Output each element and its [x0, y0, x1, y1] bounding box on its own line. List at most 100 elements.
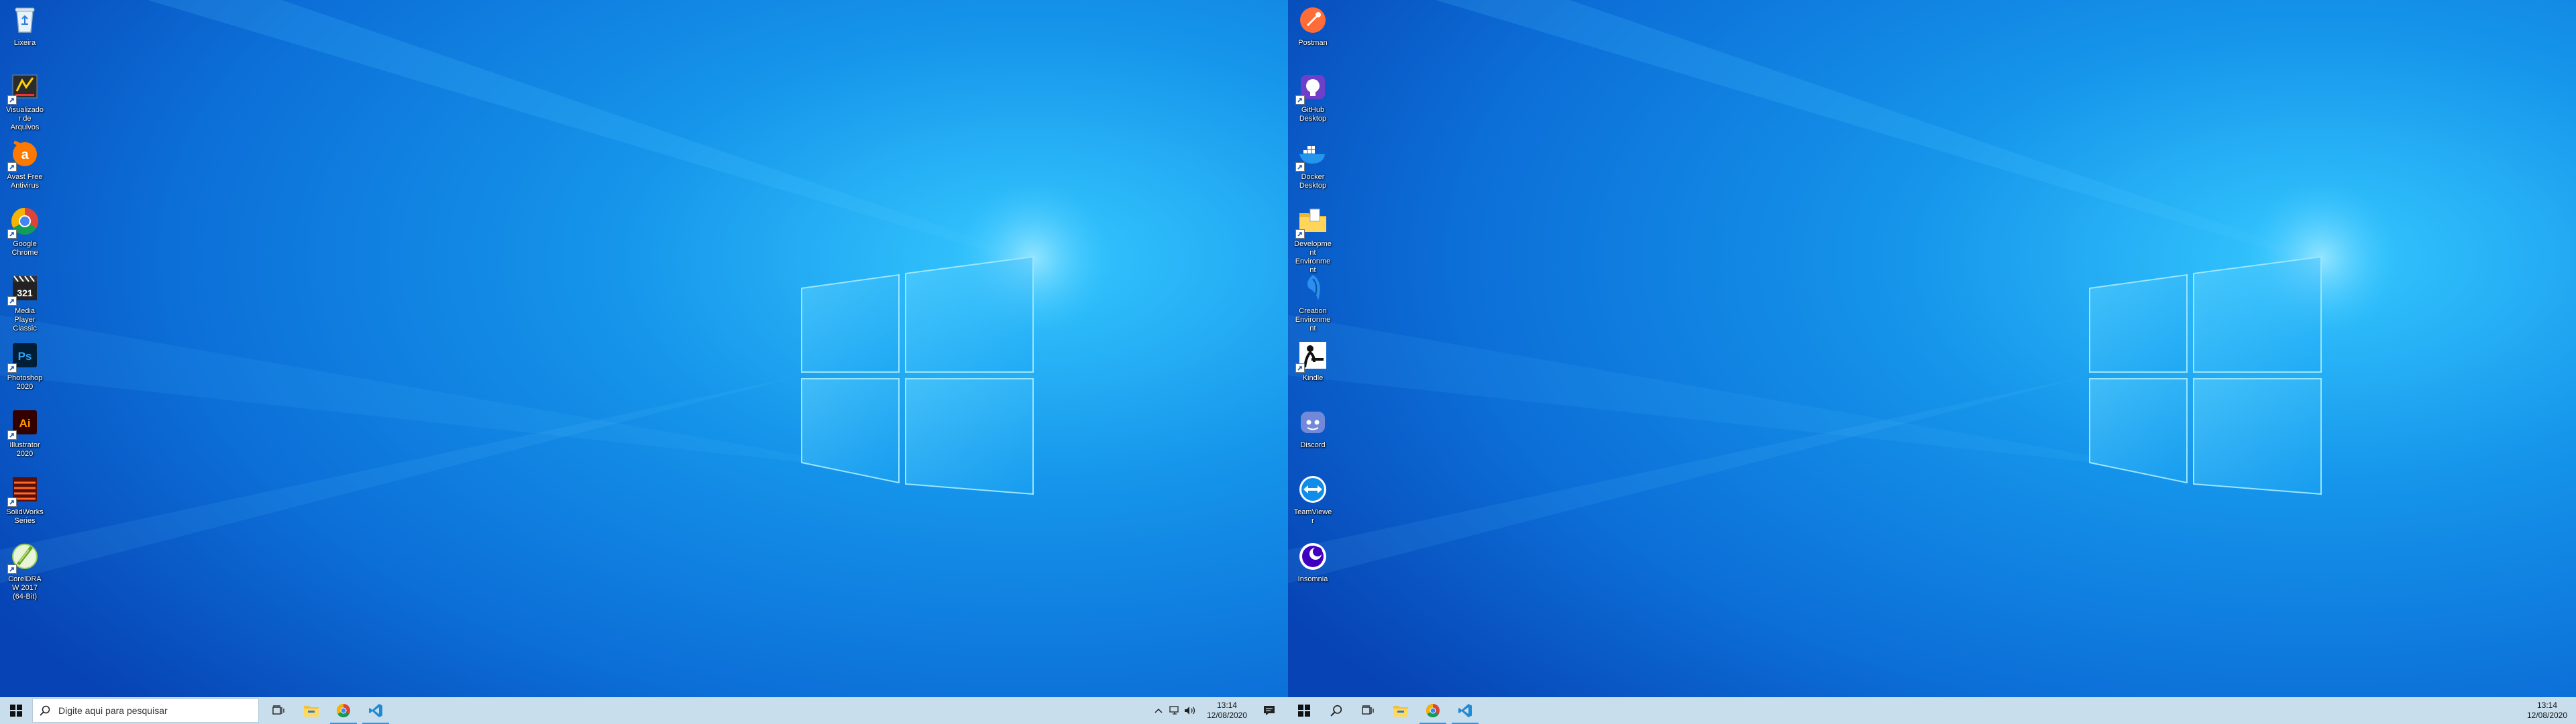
right-monitor: Postman GitHub Desktop Docker Desktop De… — [1288, 0, 2576, 724]
desktop-icon-label: Media Player Classic — [13, 307, 37, 333]
desktop-icon-label: Postman — [1298, 39, 1328, 47]
svg-text:321: 321 — [17, 288, 33, 298]
postman-icon — [1297, 4, 1329, 36]
desktop-icon-label: Visualizador de Arquivos — [5, 106, 44, 131]
avast-icon: a — [7, 138, 41, 172]
desktop-icon-postman[interactable]: Postman — [1293, 4, 1332, 48]
volume-tray-button[interactable] — [1182, 697, 1198, 724]
notification-icon — [1264, 706, 1275, 715]
search-button[interactable] — [1320, 697, 1352, 724]
desktop-icon-photoshop[interactable]: Ps Photoshop 2020 — [5, 339, 44, 391]
shortcut-arrow-icon — [1295, 363, 1305, 373]
desktop-icon-avast[interactable]: a Avast Free Antivirus — [5, 138, 44, 190]
vscode-taskbar-button[interactable] — [1449, 697, 1481, 724]
shortcut-arrow-icon — [7, 430, 17, 440]
task-view-icon — [1362, 705, 1374, 715]
chrome-icon — [337, 704, 350, 717]
shortcut-arrow-icon — [7, 229, 17, 239]
coreldraw-icon — [7, 540, 41, 574]
clock-date: 12/08/2020 — [1206, 711, 1248, 720]
teamviewer-icon — [1297, 473, 1329, 505]
desktop-icon-file-viewer[interactable]: Visualizador de Arquivos — [5, 71, 44, 132]
insomnia-icon — [1297, 540, 1329, 572]
chrome-taskbar-button[interactable] — [1417, 697, 1449, 724]
left-monitor: Lixeira Visualizador de Arquivos a Avast… — [0, 0, 1288, 724]
vscode-taskbar-button[interactable] — [360, 697, 392, 724]
discord-icon — [1297, 406, 1329, 438]
desktop-icon-media-player-classic[interactable]: 321 Media Player Classic — [5, 272, 44, 333]
chrome-icon — [1426, 704, 1440, 717]
shortcut-arrow-icon — [7, 363, 17, 373]
taskbar-search-box[interactable] — [32, 699, 259, 723]
desktop-wallpaper — [0, 0, 1288, 697]
network-tray-button[interactable] — [1167, 697, 1182, 724]
taskbar-clock[interactable]: 13:14 12/08/2020 — [2521, 697, 2573, 724]
search-icon — [40, 705, 50, 716]
desktop-icon-label: Docker Desktop — [1299, 173, 1327, 190]
task-view-button[interactable] — [263, 697, 295, 724]
desktop-icon-label: Avast Free Antivirus — [7, 173, 43, 190]
shortcut-arrow-icon — [1295, 162, 1305, 172]
clock-time: 13:14 — [1216, 701, 1238, 710]
action-center-button[interactable] — [1254, 697, 1284, 724]
github-desktop-icon — [1295, 71, 1329, 105]
recycle-bin-icon — [9, 4, 41, 36]
desktop-icon-coreldraw[interactable]: CorelDRAW 2017 (64-Bit) — [5, 540, 44, 601]
taskbar: 13:14 12/08/2020 — [0, 697, 1288, 724]
desktop-icon-label: Lixeira — [13, 39, 36, 47]
search-input[interactable] — [58, 699, 253, 722]
desktop-icon-label: Google Chrome — [11, 240, 38, 257]
clock-date: 12/08/2020 — [2526, 711, 2568, 720]
desktop-icon-solidworks[interactable]: SolidWorks Series — [5, 473, 44, 526]
desktop-icon-label: SolidWorks Series — [6, 508, 44, 525]
chrome-icon — [7, 205, 41, 239]
svg-text:Ai: Ai — [19, 417, 31, 430]
desktop-icon-teamviewer[interactable]: TeamViewer — [1293, 473, 1332, 526]
desktop-icon-recycle-bin[interactable]: Lixeira — [5, 4, 44, 48]
desktop-icon-chrome[interactable]: Google Chrome — [5, 205, 44, 257]
svg-text:Ps: Ps — [18, 350, 32, 363]
desktop-icon-kindle[interactable]: Kindle — [1293, 339, 1332, 383]
desktop-icon-insomnia[interactable]: Insomnia — [1293, 540, 1332, 584]
folder-icon — [1295, 205, 1329, 239]
desktop-icon-development-environment[interactable]: Development Environment — [1293, 205, 1332, 275]
illustrator-icon: Ai — [7, 406, 41, 440]
kindle-icon — [1295, 339, 1329, 373]
creation-icon — [1297, 272, 1329, 304]
desktop-icon-discord[interactable]: Discord — [1293, 406, 1332, 450]
docker-icon — [1295, 138, 1329, 172]
show-hidden-icons-button[interactable] — [1151, 697, 1166, 724]
file-explorer-button[interactable] — [1385, 697, 1417, 724]
windows-logo-icon — [1298, 705, 1310, 717]
search-icon — [1330, 705, 1342, 717]
task-view-icon — [272, 705, 284, 715]
chevron-up-icon — [1155, 708, 1163, 713]
shortcut-arrow-icon — [7, 162, 17, 172]
shortcut-arrow-icon — [7, 564, 17, 574]
network-icon — [1169, 706, 1179, 715]
desktop-icon-label: Development Environment — [1294, 240, 1332, 274]
vscode-icon — [1458, 704, 1472, 717]
taskbar-clock[interactable]: 13:14 12/08/2020 — [1201, 697, 1253, 724]
desktop-icon-illustrator[interactable]: Ai Illustrator 2020 — [5, 406, 44, 459]
desktop-icon-creation-environment[interactable]: Creation Environment — [1293, 272, 1332, 333]
shortcut-arrow-icon — [7, 497, 17, 507]
desktop-icon-label: GitHub Desktop — [1299, 106, 1327, 123]
desktop-icon-github-desktop[interactable]: GitHub Desktop — [1293, 71, 1332, 123]
start-button[interactable] — [0, 697, 32, 724]
desktop-icon-label: Discord — [1300, 441, 1326, 449]
chrome-taskbar-button[interactable] — [327, 697, 360, 724]
solidworks-icon — [7, 473, 41, 507]
desktop-icon-docker[interactable]: Docker Desktop — [1293, 138, 1332, 190]
desktop-icon-label: CorelDRAW 2017 (64-Bit) — [8, 575, 42, 601]
clock-time: 13:14 — [2536, 701, 2558, 710]
task-view-button[interactable] — [1352, 697, 1385, 724]
shortcut-arrow-icon — [7, 296, 17, 306]
file-explorer-icon — [1393, 706, 1408, 717]
media-player-classic-icon: 321 — [7, 272, 41, 306]
file-explorer-button[interactable] — [295, 697, 327, 724]
photoshop-icon: Ps — [7, 339, 41, 373]
desktop-icon-label: Photoshop 2020 — [7, 374, 43, 391]
desktop-wallpaper — [1288, 0, 2576, 697]
start-button[interactable] — [1288, 697, 1320, 724]
